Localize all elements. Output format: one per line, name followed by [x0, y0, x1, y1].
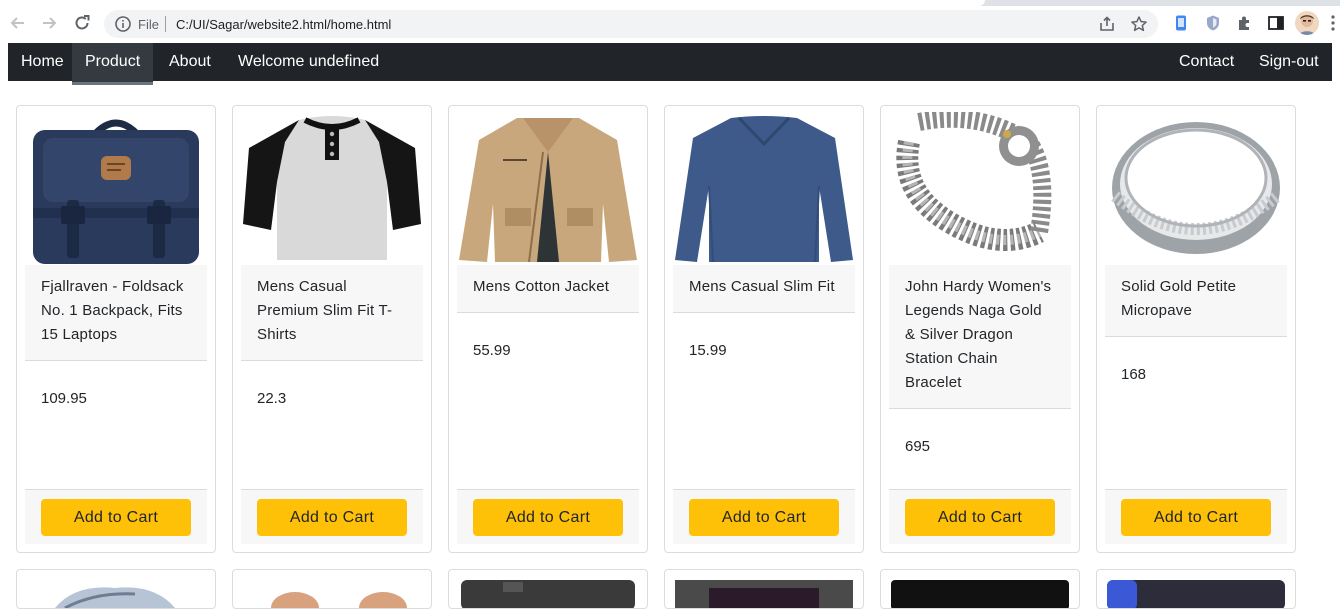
browser-chrome: File C:/UI/Sagar/website2.html/home.html — [0, 0, 1340, 43]
product-image-jacket — [459, 118, 637, 263]
forward-icon[interactable] — [38, 12, 60, 34]
product-card-partial — [16, 569, 216, 609]
navbar: Home Product About Welcome undefined Con… — [8, 43, 1332, 85]
share-icon[interactable] — [1098, 15, 1116, 33]
add-to-cart-button[interactable]: Add to Cart — [905, 499, 1055, 536]
product-image-partial — [461, 580, 635, 608]
reload-icon[interactable] — [71, 12, 93, 34]
nav-product[interactable]: Product — [72, 43, 154, 85]
product-card: Mens Casual Slim Fit 15.99 Add to Cart — [664, 105, 864, 553]
product-price: 695 — [905, 438, 931, 455]
info-icon[interactable] — [114, 15, 132, 33]
url-text[interactable]: C:/UI/Sagar/website2.html/home.html — [176, 17, 391, 32]
product-card: Solid Gold Petite Micropave 168 Add to C… — [1096, 105, 1296, 553]
product-card: Mens Casual Premium Slim Fit T-Shirts 22… — [232, 105, 432, 553]
add-to-cart-button[interactable]: Add to Cart — [1121, 499, 1271, 536]
product-price: 15.99 — [689, 342, 727, 359]
card-footer: Add to Cart — [25, 489, 207, 544]
product-card: Fjallraven - Foldsack No. 1 Backpack, Fi… — [16, 105, 216, 553]
add-to-cart-button[interactable]: Add to Cart — [257, 499, 407, 536]
product-card-partial — [880, 569, 1080, 609]
nav-contact[interactable]: Contact — [1166, 43, 1247, 81]
active-tab[interactable] — [0, 0, 985, 6]
product-image-partial — [1107, 580, 1285, 608]
product-image-t-shirt — [243, 116, 421, 260]
product-image-backpack — [33, 119, 199, 264]
menu-kebab-icon[interactable] — [1330, 13, 1336, 33]
add-to-cart-button[interactable]: Add to Cart — [689, 499, 839, 536]
product-title: Mens Casual Premium Slim Fit T-Shirts — [241, 265, 423, 361]
product-image-partial — [271, 592, 407, 608]
product-image-partial — [675, 580, 853, 608]
extensions-puzzle-icon[interactable] — [1236, 14, 1254, 32]
address-bar[interactable]: File C:/UI/Sagar/website2.html/home.html — [104, 10, 1158, 38]
welcome-text: Welcome undefined — [238, 53, 380, 70]
tab-strip — [0, 0, 1340, 6]
product-price: 109.95 — [41, 390, 87, 407]
nav-about[interactable]: About — [156, 43, 224, 81]
add-to-cart-button[interactable]: Add to Cart — [41, 499, 191, 536]
product-title: Solid Gold Petite Micropave — [1105, 265, 1287, 337]
product-price: 22.3 — [257, 390, 287, 407]
product-card-partial — [1096, 569, 1296, 609]
product-image-partial — [55, 587, 175, 608]
back-icon[interactable] — [7, 12, 29, 34]
product-card-partial — [448, 569, 648, 609]
extension-phone-icon[interactable] — [1172, 14, 1190, 32]
card-footer: Add to Cart — [889, 489, 1071, 544]
product-image-long-sleeve-shirt — [675, 116, 853, 263]
add-to-cart-button[interactable]: Add to Cart — [473, 499, 623, 536]
product-title: Mens Cotton Jacket — [457, 265, 639, 313]
product-card: Mens Cotton Jacket 55.99 Add to Cart — [448, 105, 648, 553]
nav-home[interactable]: Home — [8, 43, 77, 81]
nav-signout[interactable]: Sign-out — [1246, 43, 1332, 81]
card-footer: Add to Cart — [457, 489, 639, 544]
card-footer: Add to Cart — [1105, 489, 1287, 544]
product-price: 55.99 — [473, 342, 511, 359]
bookmark-star-icon[interactable] — [1130, 15, 1148, 33]
product-price: 168 — [1121, 366, 1147, 383]
side-panel-icon[interactable] — [1267, 14, 1285, 32]
product-image-bracelet — [896, 112, 1052, 251]
product-title: John Hardy Women's Legends Naga Gold & S… — [889, 265, 1071, 409]
product-title: Mens Casual Slim Fit — [673, 265, 855, 313]
card-footer: Add to Cart — [673, 489, 855, 544]
product-card-partial — [664, 569, 864, 609]
scheme-label: File — [138, 17, 159, 32]
card-footer: Add to Cart — [241, 489, 423, 544]
product-image-ring — [1111, 122, 1281, 254]
profile-avatar[interactable] — [1295, 11, 1319, 35]
product-title: Fjallraven - Foldsack No. 1 Backpack, Fi… — [25, 265, 207, 361]
product-card-partial — [232, 569, 432, 609]
divider — [165, 16, 166, 32]
product-image-partial — [891, 580, 1069, 608]
extension-shield-icon[interactable] — [1204, 14, 1222, 32]
product-card: John Hardy Women's Legends Naga Gold & S… — [880, 105, 1080, 553]
